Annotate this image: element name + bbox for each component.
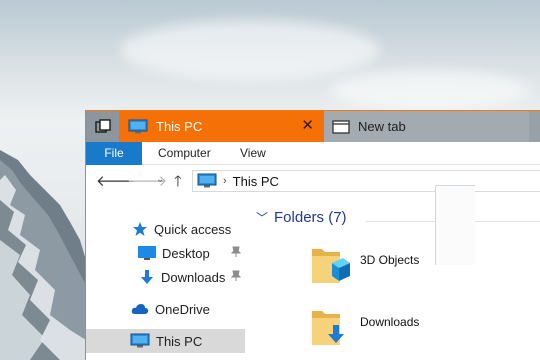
folders-group-header[interactable]: ﹀ Folders (7) [256,209,347,226]
recent-locations-button[interactable]: ⌄ [156,174,164,185]
new-tab-icon [332,119,350,134]
tab-label: This PC [156,119,203,134]
ribbon-tabs: File Computer View [86,142,540,165]
sidebar-item-label: OneDrive [155,301,210,317]
address-path: This PC [232,173,279,189]
3d-objects-folder-icon [312,249,350,283]
folders-group-title: Folders (7) [274,209,347,226]
ribbon-tab-file[interactable]: File [86,142,142,165]
task-view-icon [94,118,111,133]
content-pane: ﹀ Folders (7) 3D Objects Downloads [246,207,540,360]
partial-folder-tile [435,185,475,265]
sidebar-item-downloads[interactable]: Downloads [86,265,245,289]
breadcrumb-separator-icon: › [223,175,227,187]
tab-bar-filler [529,111,540,142]
sidebar-item-onedrive[interactable]: OneDrive [86,297,245,321]
desktop-icon [138,246,156,260]
onedrive-cloud-icon [131,304,149,314]
chevron-down-icon: ﹀ [256,211,269,225]
this-pc-icon [130,333,150,348]
close-tab-button[interactable]: ✕ [301,118,314,134]
navigation-pane: Quick access Desktop Downloads OneDrive … [86,207,245,360]
folder-item[interactable]: Downloads [310,307,419,349]
ribbon-tab-view[interactable]: View [240,142,266,165]
folder-item[interactable]: 3D Objects [310,245,419,287]
pin-icon [231,246,241,257]
sidebar-item-label: Quick access [154,221,232,237]
folder-name: 3D Objects [360,253,420,267]
this-pc-icon [128,119,148,133]
tab-new-tab[interactable]: New tab [324,111,529,142]
download-arrow-icon [141,270,153,284]
up-button[interactable]: 🡑 [174,171,182,196]
downloads-folder-icon [312,311,344,345]
sidebar-item-desktop[interactable]: Desktop [86,241,245,265]
star-icon [133,222,147,236]
tab-bar: This PC ✕ New tab [86,111,540,142]
folder-name: Downloads [360,315,420,329]
address-bar[interactable]: › This PC [192,170,540,192]
tab-label: New tab [358,119,406,134]
ribbon-tab-computer[interactable]: Computer [158,142,211,165]
sidebar-item-label: This PC [156,333,203,349]
sidebar-item-this-pc[interactable]: This PC [86,329,245,353]
task-view-button[interactable] [86,111,119,142]
sidebar-item-label: Downloads [161,269,226,285]
sidebar-item-quick-access[interactable]: Quick access [86,217,245,241]
sidebar-item-label: Desktop [162,245,210,261]
tab-this-pc[interactable]: This PC ✕ [119,111,324,142]
pin-icon [231,270,241,281]
this-pc-icon [197,173,217,188]
